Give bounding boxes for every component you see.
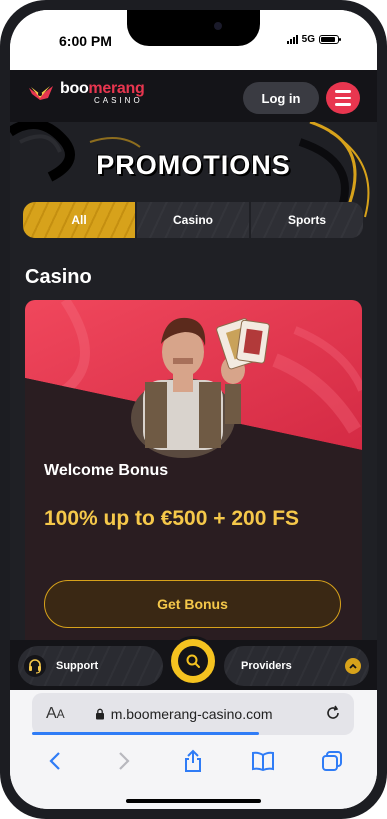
get-bonus-button[interactable]: Get Bonus — [44, 580, 341, 628]
share-icon[interactable] — [179, 747, 207, 775]
support-label: Support — [56, 660, 99, 672]
promo-tabs: All Casino Sports — [23, 202, 363, 238]
back-icon[interactable] — [41, 747, 69, 775]
site-header: boomerang CASINO Log in — [10, 70, 377, 122]
promo-card: Welcome Bonus 100% up to €500 + 200 FS G… — [25, 300, 362, 690]
logo[interactable]: boomerang CASINO — [28, 80, 145, 105]
tab-all[interactable]: All — [23, 202, 137, 238]
tab-sports[interactable]: Sports — [251, 202, 363, 238]
logo-sub: CASINO — [94, 96, 143, 105]
tabs-icon[interactable] — [318, 747, 346, 775]
phone-frame: 6:00 PM 5G boomerang CASINO Log in PROMO… — [0, 0, 387, 819]
tab-casino[interactable]: Casino — [137, 202, 251, 238]
search-icon — [178, 646, 208, 676]
website: boomerang CASINO Log in PROMOTIONS All C… — [10, 70, 377, 690]
network-label: 5G — [301, 34, 315, 45]
battery-icon — [319, 35, 341, 44]
bottom-nav: Support Providers — [10, 636, 377, 690]
providers-label: Providers — [241, 660, 292, 672]
text-size-button[interactable]: AA — [46, 705, 65, 723]
lock-icon — [95, 708, 104, 720]
browser-chrome: AA m.boomerang-casino.com — [10, 682, 377, 809]
url-text: m.boomerang-casino.com — [110, 706, 273, 722]
boomerang-logo-icon — [29, 85, 53, 100]
search-button[interactable] — [168, 636, 218, 686]
notch — [127, 10, 260, 46]
signal-icon — [286, 35, 298, 44]
support-button[interactable]: Support — [18, 646, 163, 686]
page-load-progress — [32, 732, 259, 735]
status-time: 6:00 PM — [59, 33, 112, 49]
bonus-title: Welcome Bonus — [44, 462, 169, 479]
chevron-up-icon — [345, 658, 361, 674]
providers-button[interactable]: Providers — [224, 646, 369, 686]
forward-icon[interactable] — [110, 747, 138, 775]
home-indicator — [126, 799, 261, 803]
login-button[interactable]: Log in — [243, 82, 319, 114]
bookmarks-icon[interactable] — [249, 747, 277, 775]
hamburger-icon[interactable] — [326, 82, 360, 114]
bonus-value: 100% up to €500 + 200 FS — [44, 507, 300, 530]
browser-toolbar — [10, 743, 377, 779]
section-title: Casino — [25, 266, 92, 288]
address-bar[interactable]: AA m.boomerang-casino.com — [32, 693, 354, 735]
headset-icon — [24, 655, 46, 677]
screen: 6:00 PM 5G boomerang CASINO Log in PROMO… — [10, 10, 377, 809]
page-title: PROMOTIONS — [96, 150, 291, 180]
reload-icon[interactable] — [324, 704, 342, 727]
